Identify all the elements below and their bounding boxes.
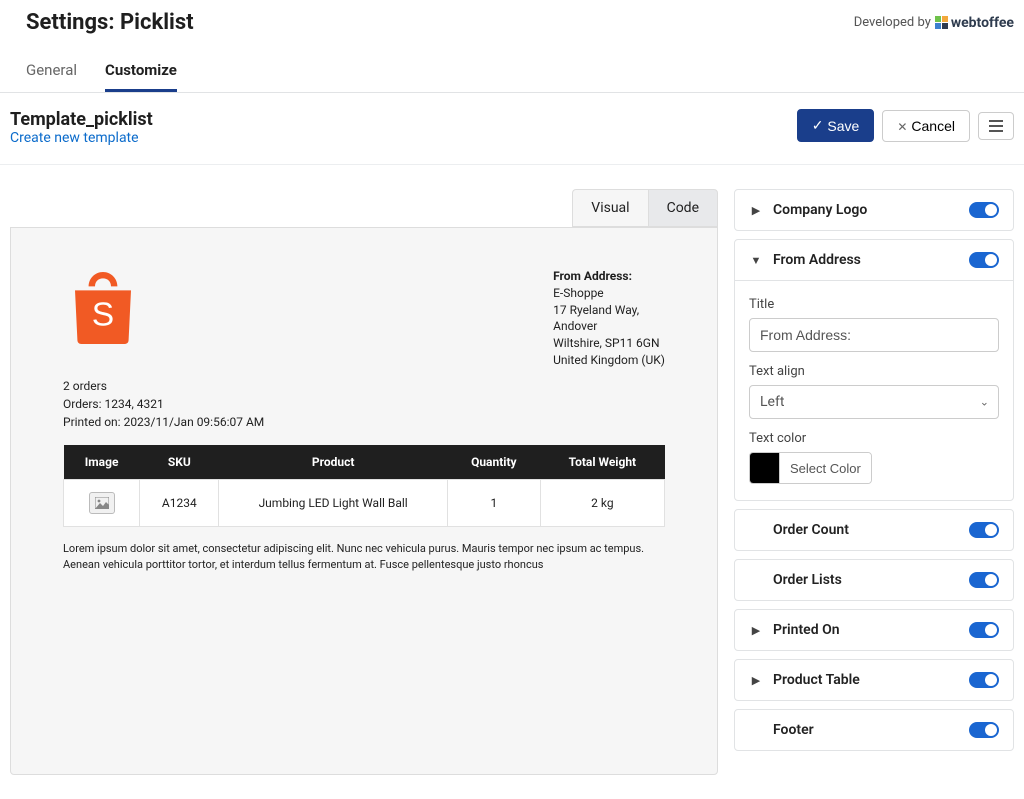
save-button-label: Save <box>827 118 859 134</box>
accordion-from-address[interactable]: ▼ From Address <box>735 240 1013 280</box>
preview-card: S From Address: E-Shoppe 17 Ryeland Way,… <box>10 227 718 775</box>
product-table: Image SKU Product Quantity Total Weight … <box>63 445 665 527</box>
webtoffee-brand: webtoffee <box>951 15 1014 31</box>
cell-quantity: 1 <box>447 479 540 526</box>
accordion-title: From Address <box>773 252 959 268</box>
webtoffee-logo-icon <box>935 16 948 29</box>
accordion-printed-on[interactable]: ▶ Printed On <box>735 610 1013 650</box>
accordion-title: Product Table <box>773 672 959 688</box>
save-button[interactable]: Save <box>797 109 875 142</box>
accordion-title: Printed On <box>773 622 959 638</box>
label-title: Title <box>749 297 999 312</box>
label-text-align: Text align <box>749 364 999 379</box>
company-logo: S <box>63 268 143 352</box>
toggle-order-count[interactable] <box>969 522 999 538</box>
col-image: Image <box>64 445 140 480</box>
col-sku: SKU <box>140 445 219 480</box>
chevron-right-icon: ▶ <box>749 204 763 217</box>
accordion-order-lists[interactable]: Order Lists <box>735 560 1013 600</box>
create-template-link[interactable]: Create new template <box>10 130 153 146</box>
view-tab-visual[interactable]: Visual <box>572 189 647 227</box>
chevron-right-icon: ▶ <box>749 674 763 687</box>
cell-weight: 2 kg <box>540 479 664 526</box>
from-address-line: Andover <box>553 318 665 335</box>
col-quantity: Quantity <box>447 445 540 480</box>
from-address-title: From Address: <box>553 268 665 285</box>
orders-list-text: Orders: 1234, 4321 <box>63 395 665 413</box>
toggle-printed-on[interactable] <box>969 622 999 638</box>
check-icon <box>812 117 824 134</box>
tab-general[interactable]: General <box>26 51 77 92</box>
svg-text:S: S <box>92 297 114 334</box>
order-count-text: 2 orders <box>63 377 665 395</box>
more-menu-button[interactable] <box>978 112 1014 140</box>
select-color-button[interactable]: Select Color <box>780 453 871 483</box>
cancel-button-label: Cancel <box>911 118 955 134</box>
developed-by: Developed by webtoffee <box>854 15 1014 31</box>
chevron-right-icon: ▶ <box>749 624 763 637</box>
text-align-select[interactable]: Left <box>749 385 999 419</box>
tab-customize[interactable]: Customize <box>105 51 177 92</box>
col-total-weight: Total Weight <box>540 445 664 480</box>
accordion-company-logo[interactable]: ▶ Company Logo <box>735 190 1013 230</box>
cell-sku: A1234 <box>140 479 219 526</box>
image-placeholder-icon <box>89 492 115 514</box>
webtoffee-logo: webtoffee <box>935 15 1014 31</box>
nav-tabs: General Customize <box>0 51 1024 93</box>
title-input[interactable] <box>749 318 999 352</box>
shopping-bag-icon: S <box>63 268 143 348</box>
side-panel: ▶ Company Logo ▼ From Address Title Text… <box>734 189 1014 759</box>
footer-text: Lorem ipsum dolor sit amet, consectetur … <box>63 541 665 574</box>
accordion-title: Order Lists <box>773 572 959 588</box>
from-address-line: Wiltshire, SP11 6GN <box>553 335 665 352</box>
toggle-company-logo[interactable] <box>969 202 999 218</box>
col-product: Product <box>219 445 447 480</box>
accordion-title: Footer <box>773 722 959 738</box>
table-row: A1234 Jumbing LED Light Wall Ball 1 2 kg <box>64 479 665 526</box>
hamburger-icon <box>989 120 1003 132</box>
toggle-from-address[interactable] <box>969 252 999 268</box>
page-title: Settings: Picklist <box>26 10 194 35</box>
printed-on-text: Printed on: 2023/11/Jan 09:56:07 AM <box>63 413 665 431</box>
developed-by-label: Developed by <box>854 15 931 30</box>
from-address-line: United Kingdom (UK) <box>553 352 665 369</box>
chevron-down-icon: ▼ <box>749 254 763 267</box>
accordion-title: Order Count <box>773 522 959 538</box>
from-address-line: 17 Ryeland Way, <box>553 302 665 319</box>
label-text-color: Text color <box>749 431 999 446</box>
toggle-footer[interactable] <box>969 722 999 738</box>
close-icon <box>897 118 907 134</box>
cell-product: Jumbing LED Light Wall Ball <box>219 479 447 526</box>
color-swatch[interactable] <box>750 453 780 483</box>
view-tab-code[interactable]: Code <box>648 189 718 227</box>
accordion-footer[interactable]: Footer <box>735 710 1013 750</box>
cancel-button[interactable]: Cancel <box>882 110 970 142</box>
from-address-block: From Address: E-Shoppe 17 Ryeland Way, A… <box>553 268 665 369</box>
accordion-title: Company Logo <box>773 202 959 218</box>
from-address-line: E-Shoppe <box>553 285 665 302</box>
toggle-product-table[interactable] <box>969 672 999 688</box>
toggle-order-lists[interactable] <box>969 572 999 588</box>
accordion-product-table[interactable]: ▶ Product Table <box>735 660 1013 700</box>
accordion-order-count[interactable]: Order Count <box>735 510 1013 550</box>
template-name: Template_picklist <box>10 109 153 130</box>
